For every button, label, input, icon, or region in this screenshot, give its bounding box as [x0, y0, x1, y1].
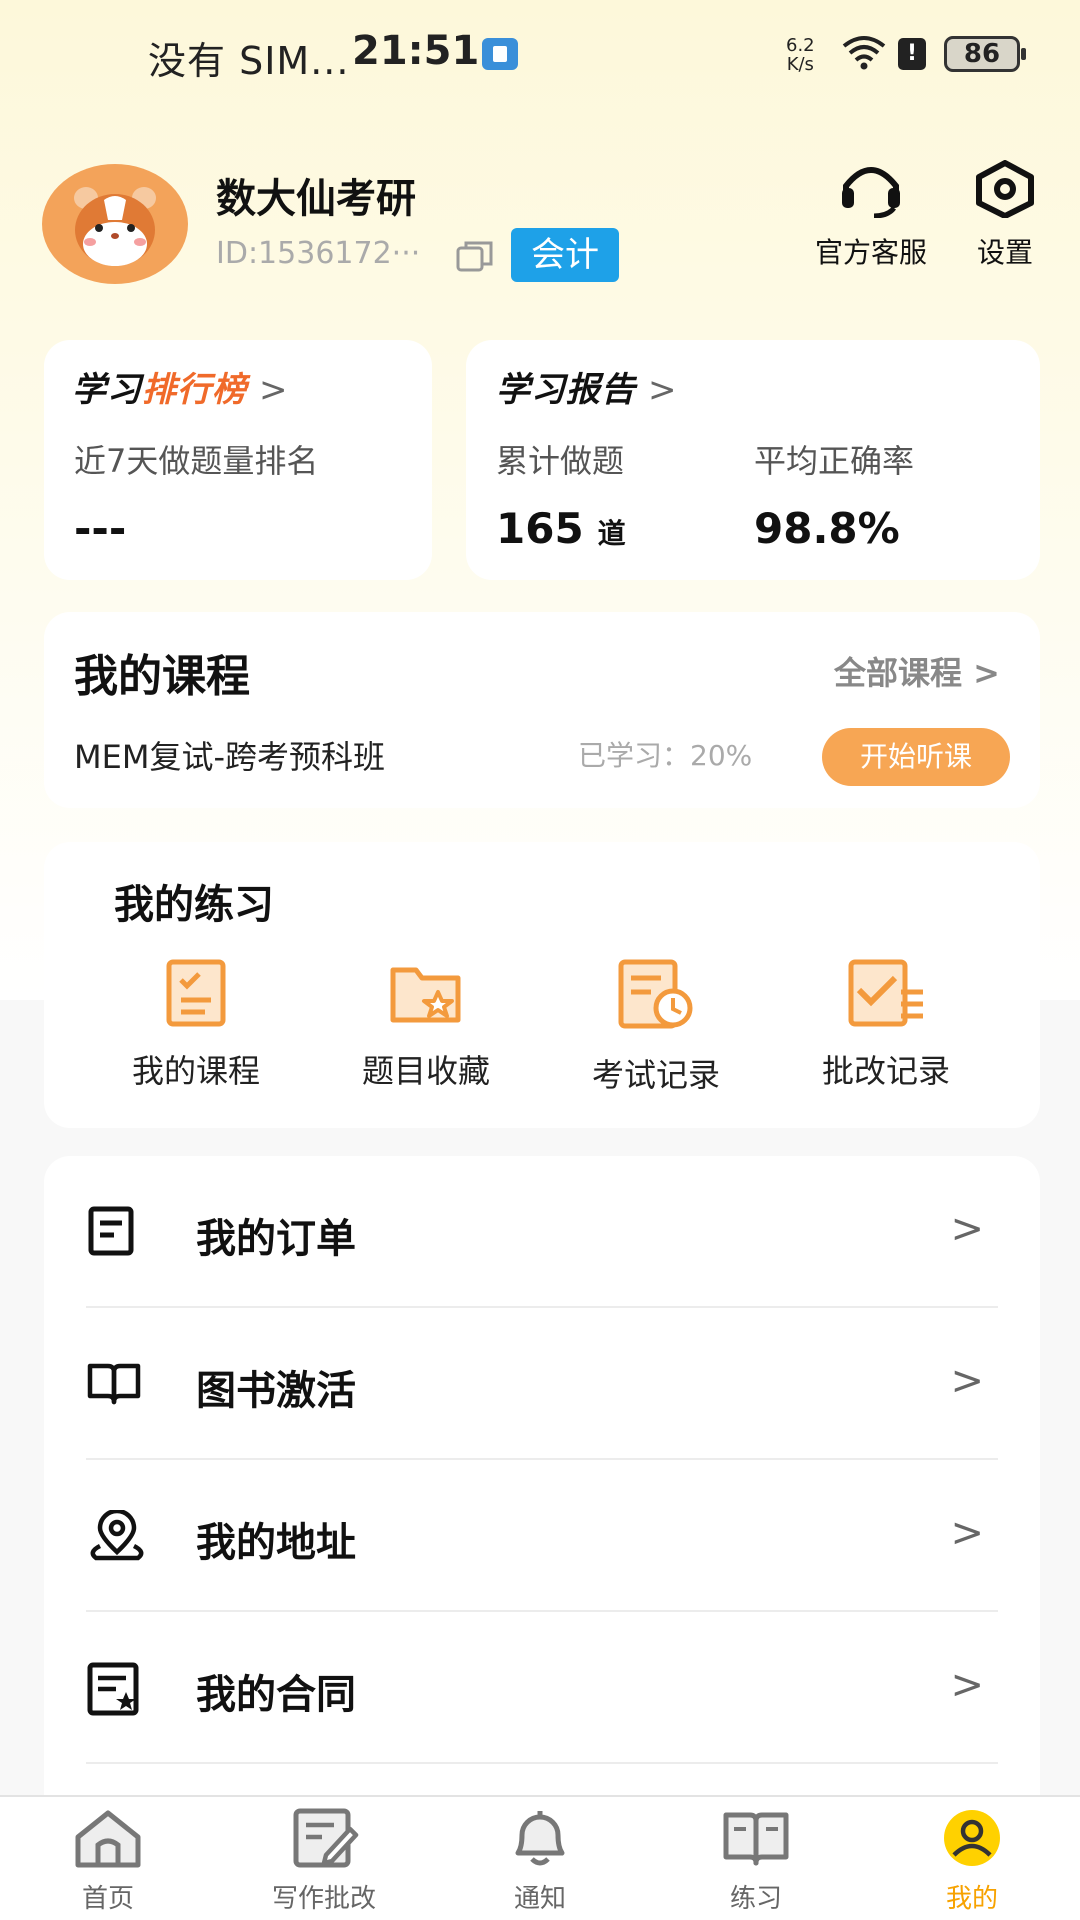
practice-item-my-courses[interactable]: 我的课程	[96, 958, 296, 1092]
chevron-right-icon: >	[950, 1510, 984, 1556]
chevron-right-icon: >	[648, 370, 678, 410]
bottom-nav: 首页 写作批改 通知 练习 我的	[0, 1795, 1080, 1920]
menu-list: 我的订单 > 图书激活 > 我的地址 > 我的合同 >	[44, 1156, 1040, 1816]
ranking-card[interactable]: 学习排行榜 > 近7天做题量排名 ---	[44, 340, 432, 580]
net-speed: 6.2 K/s	[786, 35, 815, 75]
menu-item-label: 图书激活	[196, 1368, 356, 1414]
avatar[interactable]	[42, 164, 188, 284]
practice-title: 我的练习	[114, 882, 274, 928]
settings-button[interactable]: 设置	[960, 160, 1050, 271]
practice-item-label: 我的课程	[131, 1052, 260, 1090]
book-icon	[723, 1812, 789, 1866]
subject-tag[interactable]: 会计	[511, 228, 619, 282]
menu-item-orders[interactable]: 我的订单 >	[86, 1156, 998, 1308]
chevron-right-icon: >	[950, 1662, 984, 1708]
my-courses-card: 我的课程 全部课程 > MEM复试-跨考预科班 已学习：20% 开始听课	[44, 612, 1040, 808]
nav-mine[interactable]: 我的	[892, 1807, 1052, 1915]
customer-service-button[interactable]: 官方客服	[806, 160, 936, 271]
hamster-avatar-icon	[74, 187, 156, 266]
copy-icon[interactable]	[456, 240, 494, 272]
chevron-right-icon: >	[950, 1206, 984, 1252]
menu-item-label: 我的地址	[196, 1520, 356, 1566]
start-listening-button[interactable]: 开始听课	[822, 728, 1010, 786]
location-pin-icon	[90, 1510, 144, 1561]
practice-item-grading-records[interactable]: 批改记录	[786, 958, 986, 1092]
document-clock-icon	[618, 959, 693, 1029]
my-practice-card: 我的练习 我的课程 题目收藏 考试记录 批改记录	[44, 842, 1040, 1128]
nav-label: 练习	[729, 1884, 782, 1914]
battery-indicator: 86	[944, 36, 1026, 72]
ranking-subtitle: 近7天做题量排名	[74, 442, 319, 480]
user-name: 数大仙考研	[216, 176, 416, 222]
practice-item-exam-records[interactable]: 考试记录	[556, 958, 756, 1096]
user-id: ID:1536172···	[216, 236, 421, 271]
customer-service-label: 官方客服	[814, 236, 927, 269]
checked-list-icon	[848, 959, 923, 1027]
bell-icon	[515, 1811, 565, 1866]
practice-item-label: 批改记录	[821, 1052, 950, 1090]
carrier-label: 没有 SIM...	[148, 39, 350, 83]
course-progress: 已学习：20%	[578, 739, 753, 772]
menu-item-address[interactable]: 我的地址 >	[86, 1460, 998, 1612]
chevron-right-icon: >	[950, 1358, 984, 1404]
user-circle-icon	[944, 1810, 1000, 1866]
practice-item-label: 考试记录	[591, 1056, 720, 1094]
menu-item-contract[interactable]: 我的合同 >	[86, 1612, 998, 1764]
wifi-icon	[842, 36, 886, 70]
practice-item-favorites[interactable]: 题目收藏	[326, 958, 526, 1092]
total-questions-value: 165 道	[496, 504, 626, 553]
settings-label: 设置	[976, 236, 1033, 269]
order-document-icon	[88, 1206, 134, 1256]
status-bar: 没有 SIM... 21:51 6.2 K/s ! 86	[0, 0, 1080, 110]
edit-document-icon	[293, 1808, 359, 1868]
open-book-icon	[87, 1363, 141, 1405]
nav-label: 通知	[513, 1884, 566, 1914]
ranking-value: ---	[74, 504, 127, 553]
clipboard-list-icon	[166, 959, 226, 1027]
alert-icon: !	[898, 38, 926, 70]
course-name[interactable]: MEM复试-跨考预科班	[74, 732, 385, 778]
menu-item-book-activation[interactable]: 图书激活 >	[86, 1308, 998, 1460]
all-courses-link[interactable]: 全部课程 >	[834, 648, 1000, 694]
nav-practice[interactable]: 练习	[676, 1807, 836, 1915]
headset-icon	[842, 167, 900, 219]
courses-title: 我的课程	[74, 651, 250, 702]
contract-icon	[87, 1662, 139, 1716]
nav-notifications[interactable]: 通知	[460, 1807, 620, 1915]
settings-hexagon-icon	[976, 160, 1034, 219]
notification-app-icon	[482, 38, 518, 70]
nav-label: 写作批改	[271, 1884, 376, 1914]
practice-item-label: 题目收藏	[361, 1052, 490, 1090]
clock: 21:51	[352, 28, 480, 74]
report-title[interactable]: 学习报告 >	[496, 362, 678, 411]
total-questions-unit: 道	[597, 517, 626, 550]
nav-label: 首页	[81, 1884, 134, 1914]
folder-star-icon	[390, 967, 461, 1023]
report-card[interactable]: 学习报告 > 累计做题 165 道 平均正确率 98.8%	[466, 340, 1040, 580]
menu-item-label: 我的订单	[196, 1216, 356, 1262]
accuracy-label: 平均正确率	[754, 442, 915, 480]
accuracy-value: 98.8%	[754, 504, 900, 553]
ranking-title[interactable]: 学习排行榜 >	[72, 362, 289, 411]
nav-writing-correction[interactable]: 写作批改	[244, 1807, 404, 1915]
nav-home[interactable]: 首页	[28, 1807, 188, 1915]
home-icon	[75, 1810, 141, 1868]
chevron-right-icon: >	[259, 370, 289, 410]
total-questions-label: 累计做题	[496, 442, 625, 480]
nav-label: 我的	[945, 1884, 998, 1914]
menu-item-label: 我的合同	[196, 1672, 356, 1718]
